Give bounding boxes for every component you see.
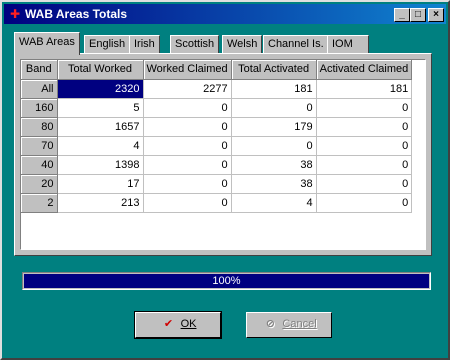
close-button[interactable]: × xyxy=(428,8,444,22)
progress-bar: 100% xyxy=(22,272,431,290)
cell-activated-claimed[interactable]: 0 xyxy=(316,136,413,156)
column-header-activated-claimed[interactable]: Activated Claimed xyxy=(316,60,413,80)
tab-irish[interactable]: Irish xyxy=(129,35,160,54)
ok-button-label: OK xyxy=(180,318,197,330)
cell-total-activated[interactable]: 0 xyxy=(231,98,317,118)
cell-total-worked[interactable]: 213 xyxy=(57,193,144,213)
cell-total-activated[interactable]: 0 xyxy=(231,136,317,156)
cell-total-worked[interactable]: 2320 xyxy=(57,79,144,99)
cell-worked-claimed[interactable]: 2277 xyxy=(143,79,232,99)
progress-label: 100% xyxy=(212,275,241,287)
column-header-total-worked[interactable]: Total Worked xyxy=(57,60,144,80)
cell-total-worked[interactable]: 1398 xyxy=(57,155,144,175)
cell-worked-claimed[interactable]: 0 xyxy=(143,174,232,194)
table-row[interactable]: 40 1398 0 38 0 xyxy=(21,155,413,175)
cell-activated-claimed[interactable]: 0 xyxy=(316,193,413,213)
tab-iom[interactable]: IOM xyxy=(327,35,369,54)
app-icon: ✚ xyxy=(9,7,21,21)
cell-total-worked[interactable]: 4 xyxy=(57,136,144,156)
cell-total-worked[interactable]: 17 xyxy=(57,174,144,194)
column-header-worked-claimed[interactable]: Worked Claimed xyxy=(143,60,232,80)
totals-grid[interactable]: Band Total Worked Worked Claimed Total A… xyxy=(20,59,426,250)
cell-total-activated[interactable]: 4 xyxy=(231,193,317,213)
cell-total-worked[interactable]: 1657 xyxy=(57,117,144,137)
cell-activated-claimed[interactable]: 0 xyxy=(316,155,413,175)
column-header-total-activated[interactable]: Total Activated xyxy=(231,60,317,80)
row-header-band[interactable]: 20 xyxy=(21,174,58,194)
row-header-band[interactable]: 70 xyxy=(21,136,58,156)
ok-button[interactable]: ✔ OK xyxy=(134,311,222,339)
tab-english[interactable]: English xyxy=(84,35,131,54)
cell-activated-claimed[interactable]: 0 xyxy=(316,98,413,118)
title-bar[interactable]: ✚ WAB Areas Totals _ □ × xyxy=(4,4,446,24)
cell-worked-claimed[interactable]: 0 xyxy=(143,193,232,213)
table-row[interactable]: All 2320 2277 181 181 xyxy=(21,79,413,99)
table-row[interactable]: 70 4 0 0 0 xyxy=(21,136,413,156)
tab-wab-areas[interactable]: WAB Areas xyxy=(14,32,80,55)
cell-worked-claimed[interactable]: 0 xyxy=(143,136,232,156)
cell-total-worked[interactable]: 5 xyxy=(57,98,144,118)
table-row[interactable]: 80 1657 0 179 0 xyxy=(21,117,413,137)
cell-total-activated[interactable]: 179 xyxy=(231,117,317,137)
table-row[interactable]: 20 17 0 38 0 xyxy=(21,174,413,194)
table-row[interactable]: 160 5 0 0 0 xyxy=(21,98,413,118)
row-header-band[interactable]: All xyxy=(21,79,58,99)
maximize-button[interactable]: □ xyxy=(410,8,426,22)
row-header-band[interactable]: 80 xyxy=(21,117,58,137)
cancel-button[interactable]: ⊘ Cancel xyxy=(246,312,332,338)
cell-worked-claimed[interactable]: 0 xyxy=(143,98,232,118)
row-header-band[interactable]: 2 xyxy=(21,193,58,213)
column-header-band[interactable]: Band xyxy=(21,60,58,80)
tab-panel: Band Total Worked Worked Claimed Total A… xyxy=(14,53,432,256)
header-row: Band Total Worked Worked Claimed Total A… xyxy=(21,60,413,80)
cell-worked-claimed[interactable]: 0 xyxy=(143,117,232,137)
cell-total-activated[interactable]: 181 xyxy=(231,79,317,99)
cell-total-activated[interactable]: 38 xyxy=(231,155,317,175)
tab-scottish[interactable]: Scottish xyxy=(170,35,220,54)
table-row[interactable]: 2 213 0 4 0 xyxy=(21,193,413,213)
cell-worked-claimed[interactable]: 0 xyxy=(143,155,232,175)
wab-areas-totals-window: ✚ WAB Areas Totals _ □ × WAB Areas Engli… xyxy=(0,0,450,360)
totals-table: Band Total Worked Worked Claimed Total A… xyxy=(21,60,413,213)
cell-activated-claimed[interactable]: 0 xyxy=(316,174,413,194)
cell-total-activated[interactable]: 38 xyxy=(231,174,317,194)
row-header-band[interactable]: 160 xyxy=(21,98,58,118)
minimize-button[interactable]: _ xyxy=(394,8,410,22)
cell-activated-claimed[interactable]: 181 xyxy=(316,79,413,99)
tab-welsh[interactable]: Welsh xyxy=(222,35,263,54)
row-header-band[interactable]: 40 xyxy=(21,155,58,175)
tab-channel-is[interactable]: Channel Is. xyxy=(263,35,329,54)
window-title: WAB Areas Totals xyxy=(25,7,128,21)
cancel-button-label: Cancel xyxy=(282,318,317,330)
no-entry-icon: ⊘ xyxy=(265,318,275,331)
cell-activated-claimed[interactable]: 0 xyxy=(316,117,413,137)
checkmark-icon: ✔ xyxy=(163,318,174,331)
